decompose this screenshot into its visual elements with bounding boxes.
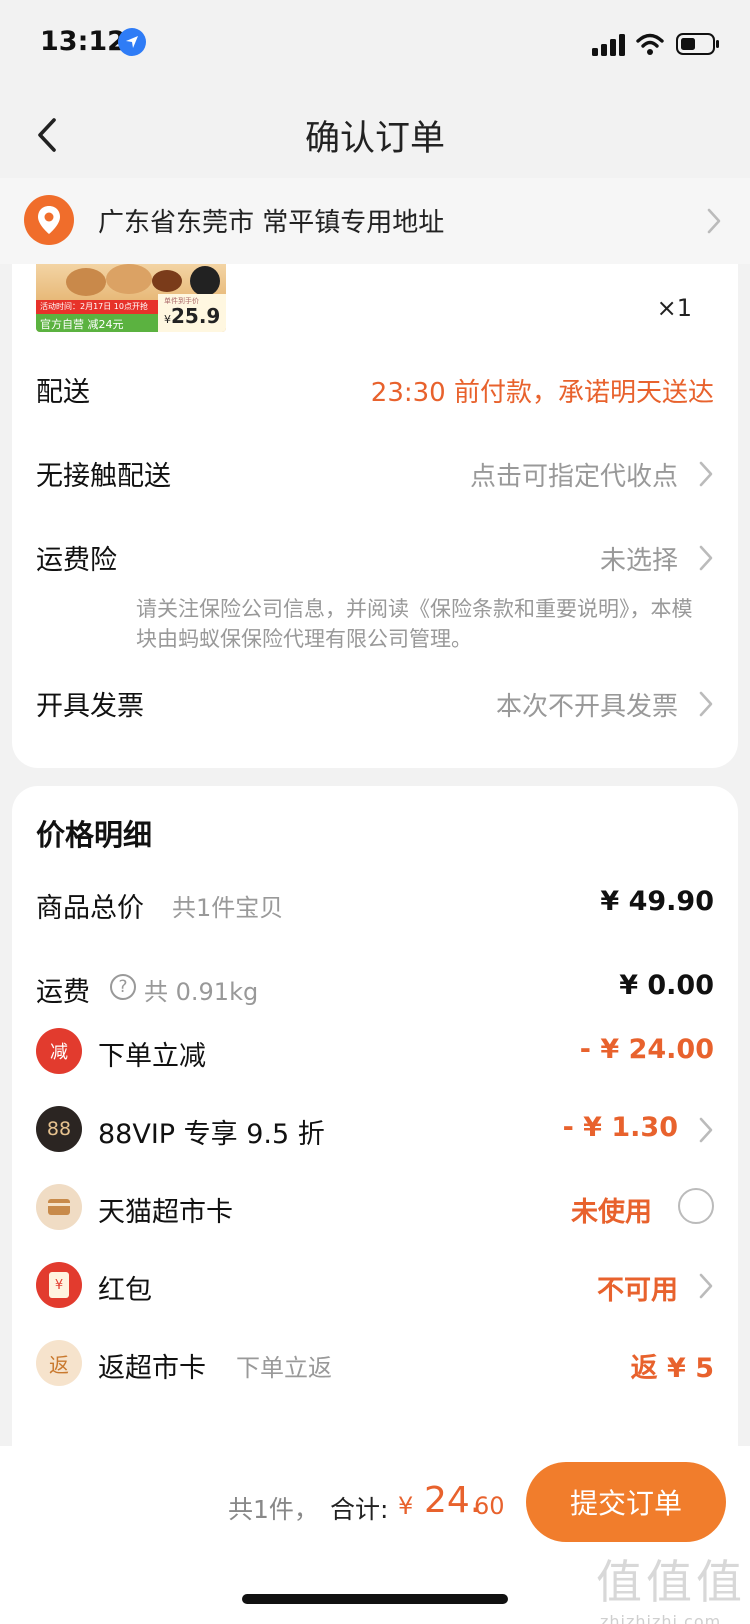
- vip-discount-label: 88VIP 专享 9.5 折: [98, 1119, 325, 1150]
- goods-total-amount: ¥ 49.90: [600, 886, 714, 917]
- battery-icon: [676, 33, 719, 55]
- delivery-value: 23:30 前付款，承诺明天送达: [370, 378, 714, 408]
- total-label: 合计:: [330, 1495, 389, 1524]
- order-info-card: 活动时间：2月17日 10点开抢 官方自营 减24元 单件到手价 ¥25.9 ×…: [12, 264, 738, 768]
- chevron-right-icon: [699, 461, 713, 487]
- contactless-value: 点击可指定代收点: [469, 462, 678, 492]
- nav-bar: 确认订单: [0, 92, 750, 178]
- product-thumbnail[interactable]: 活动时间：2月17日 10点开抢 官方自营 减24元 单件到手价 ¥25.9: [36, 264, 226, 332]
- help-icon[interactable]: ?: [110, 974, 136, 1000]
- checkout-bar: 共1件， 合计: ¥ 24. 60 提交订单 值值值 zhizhizhi.com: [0, 1446, 750, 1624]
- status-bar: 13:12: [0, 0, 750, 92]
- address-text: 广东省东莞市 常平镇专用地址: [98, 208, 445, 238]
- cashback-card-sub: 下单立返: [236, 1354, 332, 1382]
- order-discount-amount: - ¥ 24.00: [579, 1034, 714, 1065]
- insurance-note: 请关注保险公司信息，并阅读《保险条款和重要说明》，本模块由蚂蚁保保险代理有限公司…: [136, 597, 693, 651]
- location-arrow-icon: [118, 28, 146, 56]
- vip-88-icon: 88: [36, 1106, 82, 1152]
- product-quantity: ×1: [656, 294, 692, 322]
- product-image-nut: [152, 270, 182, 292]
- home-indicator[interactable]: [242, 1594, 508, 1604]
- chevron-right-icon: [699, 1273, 713, 1299]
- market-card-label: 天猫超市卡: [98, 1197, 233, 1228]
- shipping-weight: 共 0.91kg: [144, 978, 259, 1006]
- shipping-fee-label: 运费: [36, 977, 90, 1008]
- page-title: 确认订单: [304, 119, 445, 159]
- product-official-text: 官方自营 减24元: [40, 318, 124, 331]
- market-card-status: 未使用: [571, 1197, 652, 1228]
- total-currency: ¥: [398, 1492, 414, 1520]
- status-time: 13:12: [40, 26, 126, 57]
- order-discount-label: 下单立减: [98, 1041, 206, 1072]
- chevron-right-icon: [699, 691, 713, 717]
- total-amount-integer: 24.: [424, 1480, 482, 1521]
- red-packet-label: 红包: [98, 1275, 152, 1306]
- invoice-value: 本次不开具发票: [495, 692, 678, 722]
- cellular-signal-icon: [592, 34, 625, 56]
- product-image-nut: [66, 268, 106, 296]
- red-packet-status: 不可用: [597, 1275, 678, 1306]
- vip-discount-amount: - ¥ 1.30: [562, 1112, 678, 1143]
- product-price: ¥25.9: [164, 304, 221, 328]
- watermark: 值值值 zhizhizhi.com: [596, 1546, 746, 1624]
- chevron-right-icon: [699, 1117, 713, 1143]
- submit-order-button[interactable]: 提交订单: [526, 1462, 726, 1542]
- location-pin-icon: [24, 195, 74, 245]
- item-count: 共1件，: [228, 1495, 319, 1524]
- product-promo-text: 活动时间：2月17日 10点开抢: [40, 302, 148, 311]
- market-card-radio[interactable]: [678, 1188, 714, 1224]
- discount-icon: 减: [36, 1028, 82, 1074]
- tmall-cat-icon: [190, 266, 220, 296]
- cashback-icon: 返: [36, 1340, 82, 1386]
- goods-count: 共1件宝贝: [172, 894, 284, 922]
- card-icon: [36, 1184, 82, 1230]
- total-amount-decimal: 60: [474, 1492, 505, 1520]
- shipping-fee-amount: ¥ 0.00: [619, 970, 714, 1001]
- delivery-label: 配送: [36, 377, 90, 408]
- chevron-right-icon: [699, 545, 713, 571]
- price-detail-card: 价格明细 商品总价 共1件宝贝 ¥ 49.90 运费 ? 共 0.91kg ¥ …: [12, 786, 738, 1446]
- cashback-card-label: 返超市卡: [98, 1353, 206, 1384]
- contactless-label: 无接触配送: [36, 461, 171, 492]
- address-bar[interactable]: 广东省东莞市 常平镇专用地址: [0, 178, 750, 264]
- wifi-icon: [636, 33, 664, 55]
- shipping-insurance-label: 运费险: [36, 545, 117, 576]
- price-detail-title: 价格明细: [36, 818, 153, 852]
- product-image-nut: [106, 264, 152, 294]
- cashback-card-value: 返 ¥ 5: [630, 1353, 714, 1384]
- watermark-glyphs: 值值值: [596, 1555, 746, 1609]
- invoice-label: 开具发票: [36, 691, 144, 722]
- red-packet-icon: ¥: [36, 1262, 82, 1308]
- watermark-url: zhizhizhi.com: [600, 1612, 722, 1624]
- goods-total-label: 商品总价: [36, 893, 144, 924]
- chevron-right-icon: [707, 208, 721, 234]
- shipping-insurance-value: 未选择: [599, 546, 678, 576]
